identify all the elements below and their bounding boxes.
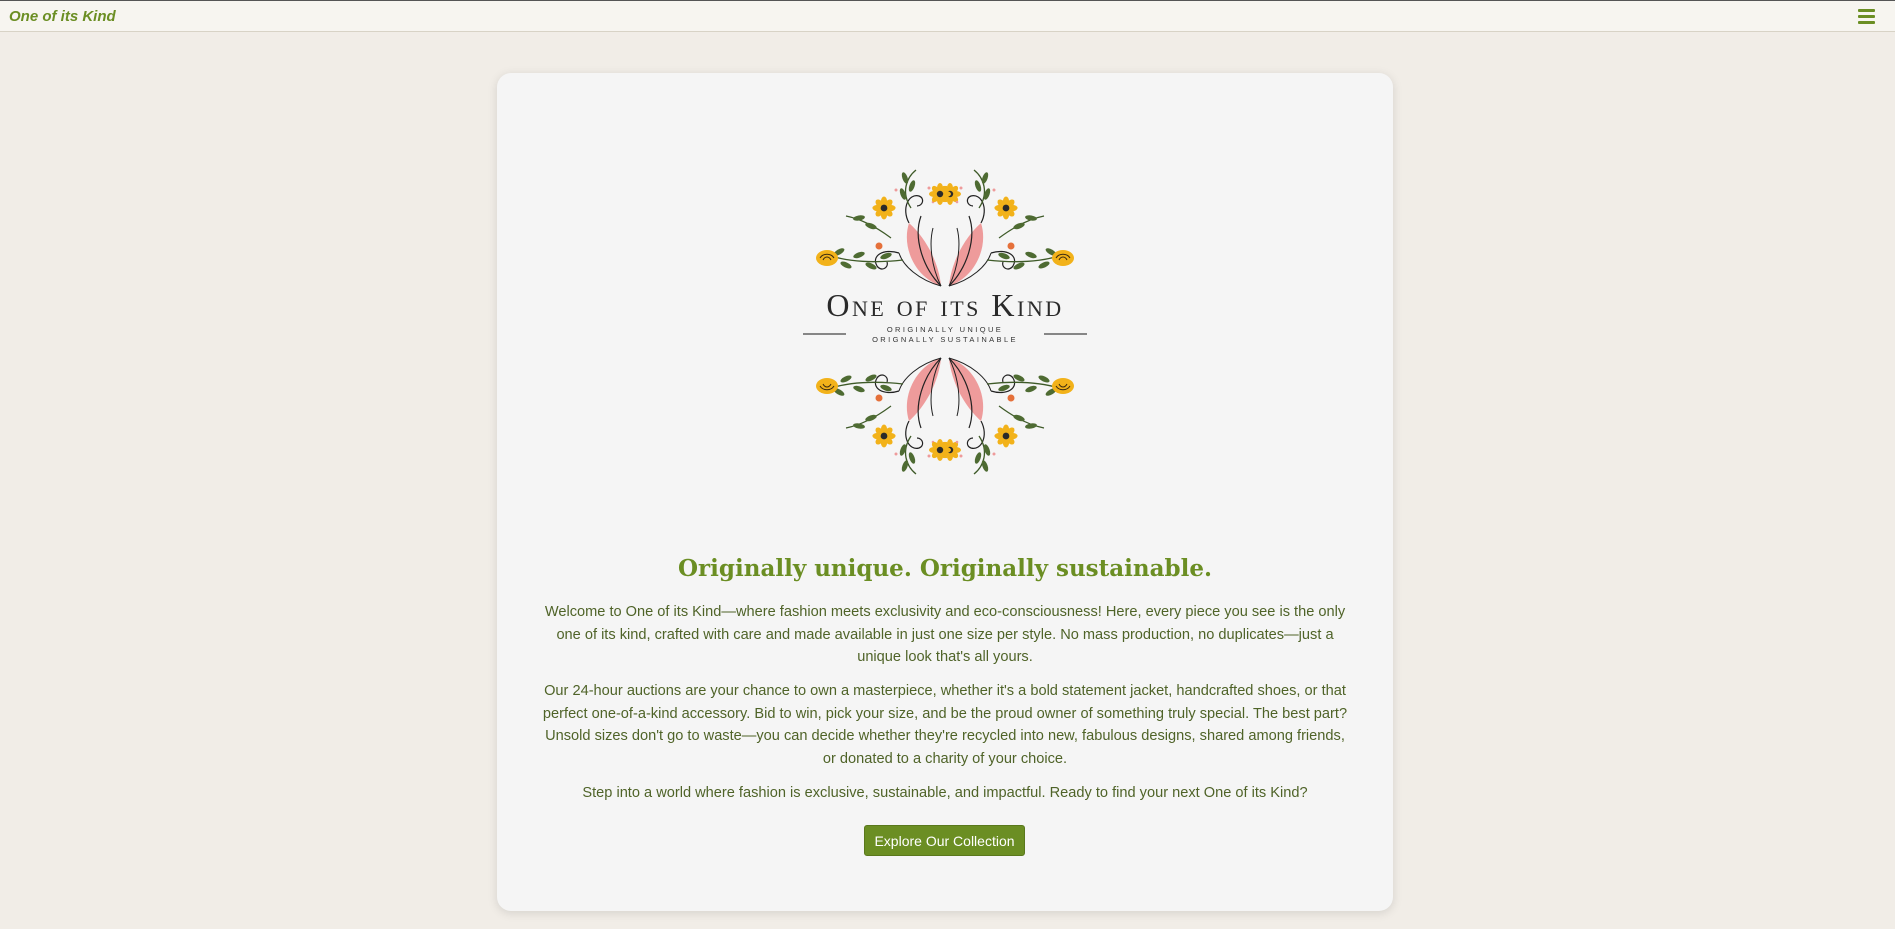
logo-wordmark: One of its Kind <box>826 287 1063 323</box>
explore-collection-button[interactable]: Explore Our Collection <box>864 825 1025 856</box>
auction-paragraph: Our 24-hour auctions are your chance to … <box>542 683 1348 767</box>
intro-paragraph: Welcome to One of its Kind—where fashion… <box>544 604 1346 665</box>
top-navbar: One of its Kind <box>0 0 1895 32</box>
logo-tagline-line1: ORIGINALLY UNIQUE <box>887 325 1003 334</box>
closing-paragraph: Step into a world where fashion is exclu… <box>582 785 1308 801</box>
menu-bar <box>1858 9 1875 12</box>
brand-name[interactable]: One of its Kind <box>9 8 116 25</box>
menu-bar <box>1858 15 1875 18</box>
brand-logo: One of its Kind ORIGINALLY UNIQUE ORIGNA… <box>803 168 1087 476</box>
hamburger-menu-icon[interactable] <box>1858 9 1875 25</box>
hero-headline: Originally unique. Originally sustainabl… <box>678 555 1212 582</box>
logo-tagline-line2: ORIGNALLY SUSTAINABLE <box>872 335 1018 344</box>
menu-bar <box>1858 21 1875 24</box>
hero-card: One of its Kind ORIGINALLY UNIQUE ORIGNA… <box>497 73 1393 911</box>
